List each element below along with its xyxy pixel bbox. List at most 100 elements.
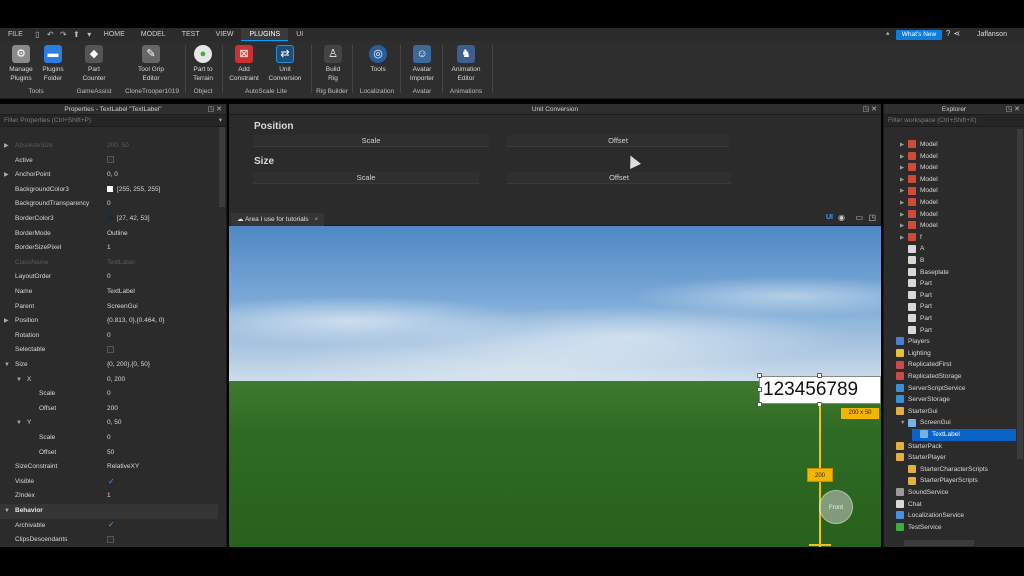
resize-handle[interactable] (817, 373, 822, 378)
explorer-item[interactable]: ServerScriptService (888, 383, 965, 395)
property-value[interactable]: ✓ (107, 475, 115, 490)
explorer-item[interactable]: StarterCharacterScripts (900, 464, 988, 476)
panel-controls-icon[interactable]: ◳ ✕ (1006, 104, 1020, 115)
property-value[interactable] (107, 154, 114, 169)
explorer-item[interactable]: Part (900, 325, 932, 337)
property-row[interactable]: LayoutOrder 0 (0, 270, 219, 285)
resize-handle[interactable] (757, 373, 762, 378)
3d-viewport[interactable]: 123456789 200 x 50 200 Front (229, 226, 881, 547)
explorer-item[interactable]: ▼ ScreenGui (900, 417, 951, 429)
explorer-item[interactable]: StarterPack (888, 441, 942, 453)
property-checkbox[interactable] (107, 346, 114, 354)
property-row[interactable]: ClipsDescendants (0, 533, 219, 548)
build-rig-button[interactable]: ♙ Build Rig (318, 45, 348, 83)
property-row[interactable]: ClassName TextLabel (0, 256, 219, 271)
property-row[interactable]: BorderSizePixel 1 (0, 241, 219, 256)
property-checkbox[interactable] (107, 156, 114, 164)
explorer-item[interactable]: Lighting (888, 348, 931, 360)
property-row[interactable]: BorderColor3 [27, 42, 53] (0, 212, 219, 227)
property-value[interactable]: ✓ (107, 519, 115, 534)
property-value[interactable]: 1 (107, 489, 111, 504)
explorer-item[interactable]: ▶ Model (900, 197, 938, 209)
help-icon[interactable]: ? (946, 29, 950, 38)
property-value[interactable]: Outline (107, 227, 128, 242)
whats-new-button[interactable]: What's New (896, 30, 942, 40)
manage-plugins-button[interactable]: ⚙ Manage Plugins (6, 45, 36, 83)
property-checkbox[interactable] (107, 535, 114, 543)
chevron-right-icon[interactable]: ▶ (4, 168, 9, 183)
chevron-down-icon[interactable]: ▼ (16, 416, 22, 431)
chevron-down-icon[interactable]: ▼ (16, 373, 22, 388)
property-value[interactable]: TextLabel (107, 285, 135, 300)
properties-scrollbar[interactable] (218, 127, 226, 547)
property-value[interactable]: 0, 50 (107, 416, 121, 431)
position-scale-button[interactable]: Scale (253, 135, 489, 147)
property-row[interactable]: ▶ Position {0.813, 0},{0.464, 0} (0, 314, 219, 329)
collapse-ribbon-icon[interactable]: ▴ (886, 29, 890, 37)
property-row[interactable]: BackgroundColor3 [255, 255, 255] (0, 183, 219, 198)
property-value[interactable]: [27, 42, 53] (107, 212, 150, 227)
property-checkbox[interactable]: ✓ (107, 521, 115, 529)
property-value[interactable]: 0 (107, 197, 111, 212)
chevron-right-icon[interactable]: ▶ (4, 314, 9, 329)
menu-test[interactable]: TEST (174, 28, 208, 41)
property-row[interactable]: Scale 0 (0, 431, 219, 446)
menu-ui[interactable]: UI (288, 28, 311, 41)
close-icon[interactable]: × (314, 216, 318, 223)
explorer-item[interactable]: ReplicatedFirst (888, 359, 951, 371)
dropdown-icon[interactable]: ▾ (85, 30, 94, 39)
explorer-item[interactable]: StarterPlayerScripts (900, 475, 978, 487)
animation-editor-button[interactable]: ♞ Animation Editor (447, 45, 485, 83)
property-value[interactable]: ScreenGui (107, 300, 138, 315)
color-swatch[interactable] (107, 215, 113, 222)
property-row[interactable]: ▼ Y 0, 50 (0, 416, 219, 431)
tab-place[interactable]: ☁ Area I use for tutorials × (231, 213, 325, 226)
undo-icon[interactable]: ↶ (46, 30, 55, 39)
share-icon[interactable]: ⋖ (953, 29, 960, 38)
menu-file[interactable]: FILE (0, 28, 31, 41)
explorer-filter-input[interactable]: Filter workspace (Ctrl+Shift+X) (884, 115, 1024, 127)
fullscreen-icon[interactable]: ◳ (868, 213, 876, 222)
property-value[interactable] (107, 343, 114, 358)
explorer-item[interactable]: ▶ Model (900, 209, 938, 221)
property-value[interactable]: 0 (107, 431, 111, 446)
property-row[interactable]: BorderMode Outline (0, 227, 219, 242)
property-value[interactable] (107, 533, 114, 548)
explorer-item[interactable]: SoundService (888, 487, 948, 499)
explorer-item[interactable]: TextLabel (912, 429, 1024, 441)
menu-home[interactable]: HOME (96, 28, 133, 41)
explorer-scrollbar[interactable] (1016, 127, 1024, 547)
property-value[interactable]: 0, 0 (107, 168, 118, 183)
view-cube[interactable]: Front (819, 490, 853, 524)
scrollbar-thumb[interactable] (1017, 129, 1023, 459)
part-to-terrain-button[interactable]: ● Part to Terrain (188, 45, 218, 83)
property-value[interactable]: [255, 255, 255] (107, 183, 160, 198)
avatar-importer-button[interactable]: ☺ Avatar Importer (405, 45, 439, 83)
display-icon[interactable]: ▭ (855, 213, 863, 222)
property-value[interactable]: 0 (107, 270, 111, 285)
panel-controls-icon[interactable]: ◳ ✕ (208, 104, 222, 115)
explorer-item[interactable]: Baseplate (900, 267, 949, 279)
property-row[interactable]: Archivable ✓ (0, 519, 219, 534)
property-row[interactable]: Name TextLabel (0, 285, 219, 300)
explorer-item[interactable]: ReplicatedStorage (888, 371, 961, 383)
menu-view[interactable]: VIEW (208, 28, 242, 41)
property-row[interactable]: ZIndex 1 (0, 489, 219, 504)
username[interactable]: Jaflanson (977, 29, 1007, 40)
chevron-right-icon[interactable]: ▶ (4, 139, 9, 154)
properties-filter-input[interactable]: Filter Properties (Ctrl+Shift+P) ▾ (0, 115, 226, 127)
property-row[interactable]: ▶ AbsoluteSize 200, 50 (0, 139, 219, 154)
resize-handle[interactable] (757, 402, 762, 407)
property-value[interactable]: TextLabel (107, 256, 135, 271)
explorer-item[interactable]: StarterGui (888, 406, 938, 418)
explorer-item[interactable]: ▶ Model (900, 220, 938, 232)
property-value[interactable]: 0 (107, 387, 111, 402)
resize-handle[interactable] (757, 387, 762, 392)
size-scale-button[interactable]: Scale (253, 172, 479, 184)
explorer-item[interactable]: ServerStorage (888, 394, 950, 406)
property-row[interactable]: Active (0, 154, 219, 169)
scrollbar-thumb[interactable] (904, 540, 974, 546)
property-value[interactable]: RelativeXY (107, 460, 139, 475)
ui-visibility-toggle[interactable]: UI (826, 214, 833, 221)
property-value[interactable]: 0 (107, 329, 111, 344)
